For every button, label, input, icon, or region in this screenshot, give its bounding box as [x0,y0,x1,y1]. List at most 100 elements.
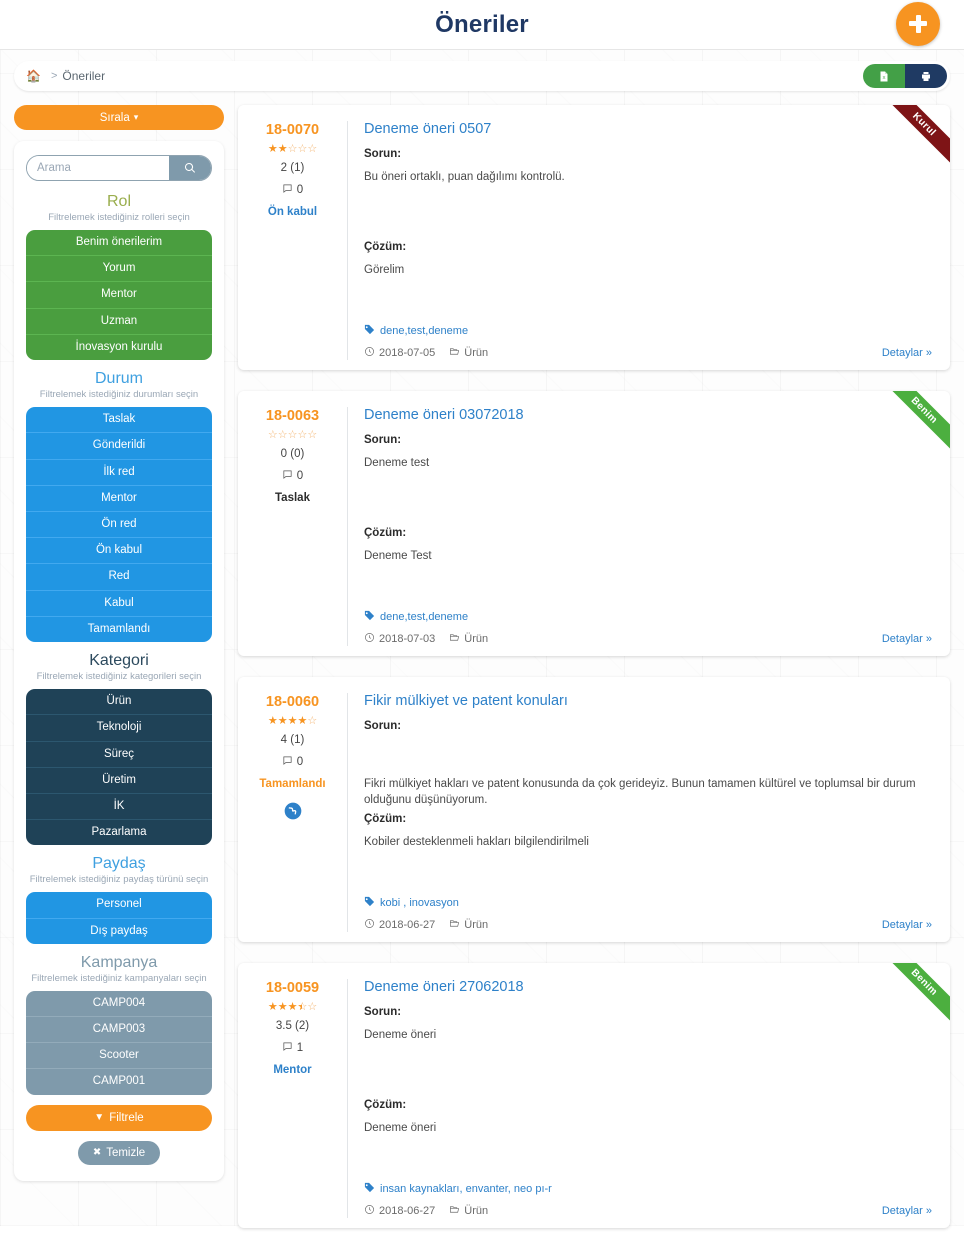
comment-icon [282,469,293,483]
print-button[interactable] [905,64,947,88]
problem-text: Deneme test [364,455,932,523]
file-excel-icon: X [878,70,890,83]
filter-group-title-paydas: Paydaş [26,855,212,873]
filter-group-title-kategori: Kategori [26,652,212,670]
filter-panel: Rol Filtrelemek istediğiniz rolleri seçi… [14,141,224,1181]
search-button[interactable] [169,156,211,180]
search-row [26,155,212,181]
filter-option-kampanya-3[interactable]: CAMP001 [26,1069,212,1094]
clock-icon [364,346,375,360]
folder-open-icon [449,632,460,646]
comment-count: 0 [242,183,343,197]
filter-option-durum-5[interactable]: Ön kabul [26,538,212,564]
category-value: Ürün [464,633,488,645]
rating-stars[interactable]: ★★★★☆ [242,716,343,727]
category-value: Ürün [464,1205,488,1217]
comment-icon [282,183,293,197]
status-label: Tamamlandı [242,778,343,790]
category-meta: Ürün [449,1204,488,1218]
suggestion-title[interactable]: Deneme öneri 27062018 [364,979,932,995]
breadcrumb: 🏠 > Öneriler X [14,61,950,91]
suggestion-card[interactable]: 18-0060 ★★★★☆ 4 (1) 0 Tamamlandı Fikir m… [238,677,950,942]
details-link[interactable]: Detaylar » [882,347,932,359]
suggestion-title[interactable]: Deneme öneri 03072018 [364,407,932,423]
filter-options-durum: Taslak Gönderildi İlk red Mentor Ön red … [26,407,212,642]
apply-filter-button[interactable]: ▼ Filtrele [26,1105,212,1131]
sort-button[interactable]: Sırala ▾ [14,105,224,130]
filter-option-kategori-0[interactable]: Ürün [26,689,212,715]
folder-open-icon [449,346,460,360]
home-icon[interactable]: 🏠 [26,70,41,82]
filter-option-kategori-4[interactable]: İK [26,794,212,820]
filter-option-durum-8[interactable]: Tamamlandı [26,617,212,642]
filter-option-rol-2[interactable]: Mentor [26,282,212,308]
details-link[interactable]: Detaylar » [882,1205,932,1217]
date-meta: 2018-06-27 [364,918,435,932]
filter-option-durum-4[interactable]: Ön red [26,512,212,538]
printer-icon [920,70,932,83]
suggestion-card[interactable]: Kurul 18-0070 ★★☆☆☆ 2 (1) 0 Ön kabul Den… [238,105,950,370]
filter-option-durum-2[interactable]: İlk red [26,460,212,486]
filter-option-durum-7[interactable]: Kabul [26,591,212,617]
details-link[interactable]: Detaylar » [882,919,932,931]
filter-option-kategori-5[interactable]: Pazarlama [26,820,212,845]
filter-option-durum-6[interactable]: Red [26,564,212,590]
problem-label: Sorun: [364,1006,932,1018]
rating-stars[interactable]: ★★★☆★☆ [242,1002,343,1013]
filter-option-rol-4[interactable]: İnovasyon kurulu [26,335,212,360]
filter-option-kategori-3[interactable]: Üretim [26,768,212,794]
solution-label: Çözüm: [364,813,932,825]
card-content: Deneme öneri 03072018 Sorun: Deneme test… [348,407,950,646]
filter-option-durum-3[interactable]: Mentor [26,486,212,512]
clear-filter-button[interactable]: ✖ Temizle [78,1141,160,1165]
breadcrumb-current: Öneriler [62,69,105,83]
filter-option-kampanya-2[interactable]: Scooter [26,1043,212,1069]
suggestion-card[interactable]: Benim 18-0059 ★★★☆★☆ 3.5 (2) 1 Mentor De… [238,963,950,1228]
date-value: 2018-06-27 [379,1205,435,1217]
page-title: Öneriler [435,11,529,39]
export-excel-button[interactable]: X [863,64,905,88]
tag-text: dene,test,deneme [380,325,468,337]
details-link[interactable]: Detaylar » [882,633,932,645]
card-meta: 2018-07-03 Ürün Detaylar » [364,632,932,646]
filter-option-rol-0[interactable]: Benim önerilerim [26,230,212,256]
filter-option-kategori-1[interactable]: Teknoloji [26,715,212,741]
filter-option-kategori-2[interactable]: Süreç [26,742,212,768]
sort-button-label: Sırala [100,112,130,124]
comment-count: 0 [242,755,343,769]
filter-option-rol-1[interactable]: Yorum [26,256,212,282]
tag-list[interactable]: insan kaynakları, envanter, neo pı-r [364,1176,932,1196]
problem-text: Bu öneri ortaklı, puan dağılımı kontrolü… [364,169,932,237]
funnel-icon: ▼ [94,1112,104,1123]
filter-option-kampanya-0[interactable]: CAMP004 [26,991,212,1017]
suggestion-card[interactable]: Benim 18-0063 ☆☆☆☆☆ 0 (0) 0 Taslak Denem… [238,391,950,656]
breadcrumb-wrapper: 🏠 > Öneriler X [0,50,964,91]
filter-option-durum-0[interactable]: Taslak [26,407,212,433]
add-suggestion-button[interactable] [896,2,940,46]
tag-list[interactable]: kobi , inovasyon [364,890,932,910]
filter-option-kampanya-1[interactable]: CAMP003 [26,1017,212,1043]
category-meta: Ürün [449,918,488,932]
app-header: Öneriler [0,0,964,50]
filter-option-durum-1[interactable]: Gönderildi [26,433,212,459]
solution-text: Kobiler desteklenmeli hakları bilgilendi… [364,834,932,890]
card-summary: 18-0059 ★★★☆★☆ 3.5 (2) 1 Mentor [238,979,348,1218]
date-value: 2018-07-05 [379,347,435,359]
breadcrumb-separator: > [51,70,57,82]
filter-option-paydas-1[interactable]: Dış paydaş [26,919,212,944]
tag-list[interactable]: dene,test,deneme [364,318,932,338]
suggestion-title[interactable]: Deneme öneri 0507 [364,121,932,137]
tag-list[interactable]: dene,test,deneme [364,604,932,624]
search-input[interactable] [27,156,169,180]
comment-count-value: 0 [297,470,303,482]
date-meta: 2018-07-05 [364,346,435,360]
suggestion-title[interactable]: Fikir mülkiyet ve patent konuları [364,693,932,709]
filter-group-sub-rol: Filtrelemek istediğiniz rolleri seçin [26,212,212,223]
filter-option-paydas-0[interactable]: Personel [26,892,212,918]
rating-stars[interactable]: ☆☆☆☆☆ [242,430,343,441]
comment-count: 1 [242,1041,343,1055]
rating-stars[interactable]: ★★☆☆☆ [242,144,343,155]
filter-option-rol-3[interactable]: Uzman [26,309,212,335]
rating-value: 0 (0) [242,448,343,460]
apply-filter-label: Filtrele [109,1112,144,1124]
